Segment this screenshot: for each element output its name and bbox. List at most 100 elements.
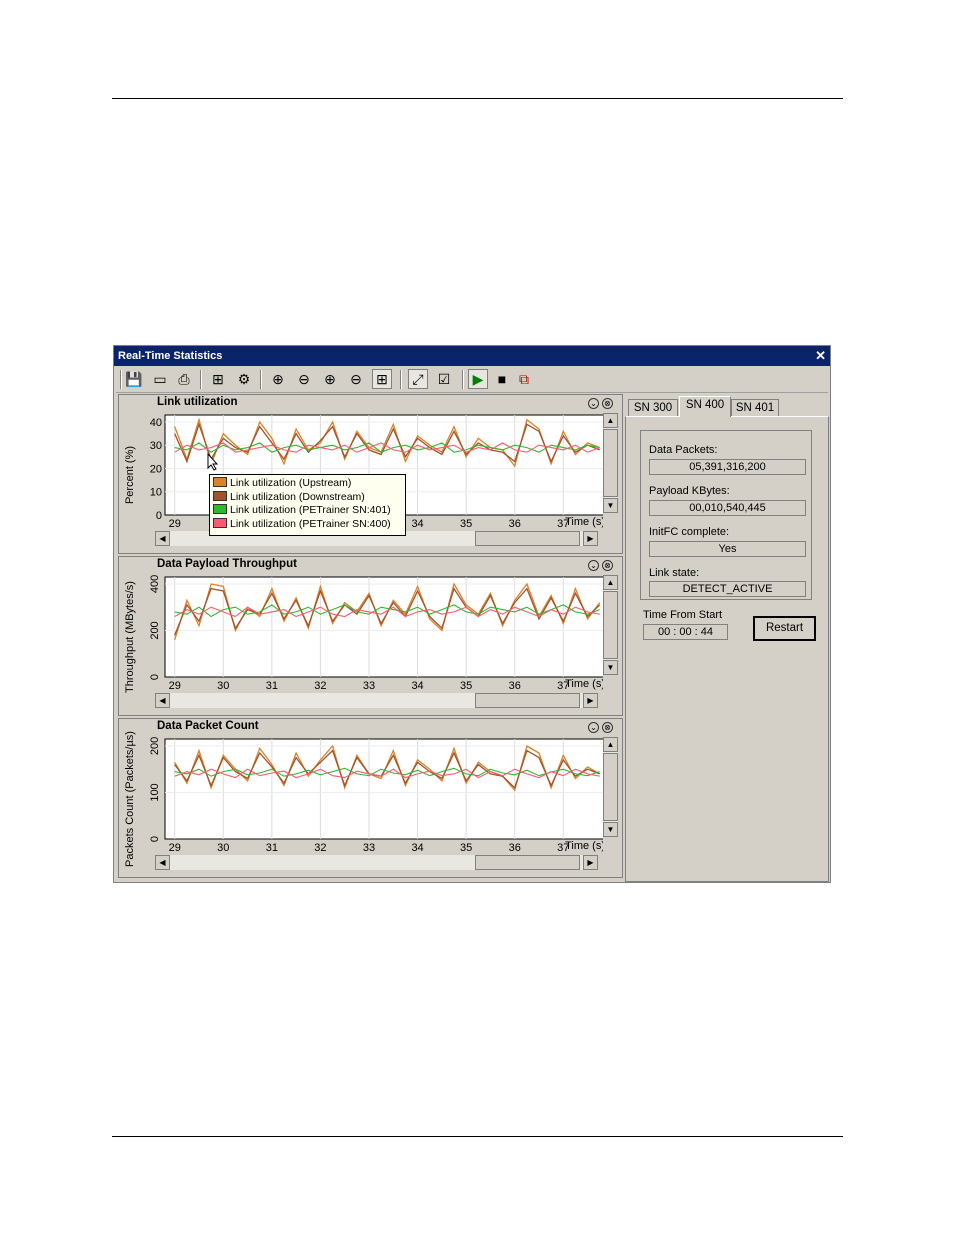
link-state-value: DETECT_ACTIVE <box>649 581 806 597</box>
legend-swatch <box>213 504 227 514</box>
save-icon[interactable]: 💾 <box>124 369 144 389</box>
x-tick-label: 35 <box>460 842 472 854</box>
zoom-in-y-icon[interactable]: ⊕ <box>320 369 340 389</box>
tab-body: Data Packets: 05,391,316,200 Payload KBy… <box>625 416 829 882</box>
y-tick-label: 10 <box>150 487 162 499</box>
settings-icon[interactable]: ⚙ <box>234 369 254 389</box>
legend-label: Link utilization (PETrainer SN:401) <box>230 504 391 516</box>
legend-swatch <box>213 517 227 528</box>
plot-area <box>164 576 603 678</box>
x-tick-label: 29 <box>169 680 181 692</box>
x-tick-label: 30 <box>217 842 229 854</box>
x-tick-label: 32 <box>314 842 326 854</box>
collapse-icon[interactable]: ⌄ <box>588 398 599 409</box>
scroll-up-icon[interactable]: ▲ <box>603 413 618 428</box>
collapse-icon[interactable]: ⌄ <box>588 560 599 571</box>
toolbar: 💾 ▭ ⎙ ⊞ ⚙ ⊕ ⊖ ⊕ ⊖ ⊞ ⤢ ☑ ▶ ■ ⧉ <box>116 367 828 393</box>
close-icon[interactable]: ✕ <box>815 346 826 366</box>
scroll-thumb[interactable] <box>603 429 618 497</box>
legend-item: Link utilization (PETrainer SN:400) <box>213 517 402 532</box>
tab-sn-300[interactable]: SN 300 <box>628 399 678 417</box>
time-from-start-label: Time From Start <box>643 609 723 621</box>
right-pane: SN 300 SN 400 SN 401 Data Packets: 05,391,… <box>625 393 829 882</box>
scroll-right-icon[interactable]: ▶ <box>583 693 598 708</box>
scroll-thumb[interactable] <box>475 531 580 546</box>
legend-label: Link utilization (Upstream) <box>230 477 352 489</box>
x-tick-label: 30 <box>217 680 229 692</box>
window-titlebar[interactable]: Real-Time Statistics ✕ <box>114 346 830 366</box>
legend-item: Link utilization (Upstream) <box>213 477 402 491</box>
close-chart-icon[interactable]: ⊗ <box>602 722 613 733</box>
scroll-thumb[interactable] <box>475 855 580 870</box>
scroll-up-icon[interactable]: ▲ <box>603 575 618 590</box>
detach-icon[interactable]: ⧉ <box>514 369 534 389</box>
toolbar-separator <box>462 370 464 389</box>
x-tick-label: 36 <box>509 680 521 692</box>
scroll-left-icon[interactable]: ◀ <box>155 693 170 708</box>
scroll-right-icon[interactable]: ▶ <box>583 531 598 546</box>
scroll-down-icon[interactable]: ▼ <box>603 498 618 513</box>
y-tick-label: 0 <box>149 836 161 842</box>
chart-title: Data Payload Throughput <box>157 558 297 570</box>
scroll-thumb[interactable] <box>603 753 618 821</box>
y-tick-label: 20 <box>150 463 162 475</box>
link-state-label: Link state: <box>649 567 700 579</box>
zoom-out-y-icon[interactable]: ⊖ <box>346 369 366 389</box>
chart-panel: Data Packet Count ⌄ ⊗ Packets Count (Packet… <box>118 718 623 878</box>
tab-sn-401[interactable]: SN 401 <box>731 399 779 417</box>
vertical-scrollbar[interactable]: ▲ ▼ <box>603 737 618 837</box>
time-from-start-value: 00 : 00 : 44 <box>643 624 728 640</box>
scroll-thumb[interactable] <box>475 693 580 708</box>
legend-label: Link utilization (Downstream) <box>230 490 365 503</box>
legend-label: Link utilization (PETrainer SN:400) <box>230 517 391 530</box>
toolbar-separator <box>260 370 262 389</box>
horizontal-scrollbar[interactable]: ◀ ▶ <box>155 693 598 708</box>
data-packets-value: 05,391,316,200 <box>649 459 806 475</box>
tab-sn-400[interactable]: SN 400 <box>679 396 731 417</box>
y-tick-label: 40 <box>150 417 162 429</box>
stats-group: Data Packets: 05,391,316,200 Payload KBy… <box>640 430 812 600</box>
open-icon[interactable]: ▭ <box>150 369 170 389</box>
x-tick-label: 31 <box>266 842 278 854</box>
chart-select-icon[interactable]: ☑ <box>434 369 454 389</box>
legend-swatch <box>213 490 227 501</box>
zoom-box-icon[interactable]: ⊞ <box>372 369 392 389</box>
y-axis-label: Packets Count (Packets/µs) <box>124 731 136 867</box>
horizontal-scrollbar[interactable]: ◀ ▶ <box>155 855 598 870</box>
collapse-icon[interactable]: ⌄ <box>588 722 599 733</box>
toolbar-separator <box>400 370 402 389</box>
x-tick-label: 32 <box>314 680 326 692</box>
real-time-statistics-window: Real-Time Statistics ✕ 💾 ▭ ⎙ ⊞ ⚙ ⊕ ⊖ ⊕ ⊖ ⊞ ⤢ ☑ ▶ ■ ⧉ L… <box>113 345 831 883</box>
plot-area <box>164 738 603 840</box>
x-tick-label: 34 <box>411 842 423 854</box>
x-tick-label: 35 <box>460 680 472 692</box>
grid-icon[interactable]: ⊞ <box>208 369 228 389</box>
scroll-thumb[interactable] <box>603 591 618 659</box>
close-chart-icon[interactable]: ⊗ <box>602 560 613 571</box>
scroll-down-icon[interactable]: ▼ <box>603 660 618 675</box>
stop-icon[interactable]: ■ <box>492 369 512 389</box>
chart-svg: 29 30 31 32 33 34 35 36 374002000Time (s) <box>149 575 603 692</box>
zoom-in-x-icon[interactable]: ⊕ <box>268 369 288 389</box>
y-axis-label: Percent (%) <box>124 445 136 505</box>
legend-tooltip: Link utilization (Upstream) Link utilizat… <box>209 474 406 536</box>
restart-button[interactable]: Restart <box>753 616 816 641</box>
print-icon[interactable]: ⎙ <box>174 369 194 389</box>
chart-title: Link utilization <box>157 396 238 408</box>
y-axis-label: Throughput (MBytes/s) <box>124 581 136 693</box>
initfc-complete-value: Yes <box>649 541 806 557</box>
play-icon[interactable]: ▶ <box>468 369 488 389</box>
window-title: Real-Time Statistics <box>118 350 223 362</box>
data-packets-label: Data Packets: <box>649 444 718 456</box>
payload-kbytes-label: Payload KBytes: <box>649 485 730 497</box>
zoom-out-x-icon[interactable]: ⊖ <box>294 369 314 389</box>
vertical-scrollbar[interactable]: ▲ ▼ <box>603 575 618 675</box>
scroll-down-icon[interactable]: ▼ <box>603 822 618 837</box>
scroll-left-icon[interactable]: ◀ <box>155 855 170 870</box>
close-chart-icon[interactable]: ⊗ <box>602 398 613 409</box>
auto-scale-icon[interactable]: ⤢ <box>408 369 428 389</box>
scroll-up-icon[interactable]: ▲ <box>603 737 618 752</box>
vertical-scrollbar[interactable]: ▲ ▼ <box>603 413 618 513</box>
scroll-left-icon[interactable]: ◀ <box>155 531 170 546</box>
scroll-right-icon[interactable]: ▶ <box>583 855 598 870</box>
